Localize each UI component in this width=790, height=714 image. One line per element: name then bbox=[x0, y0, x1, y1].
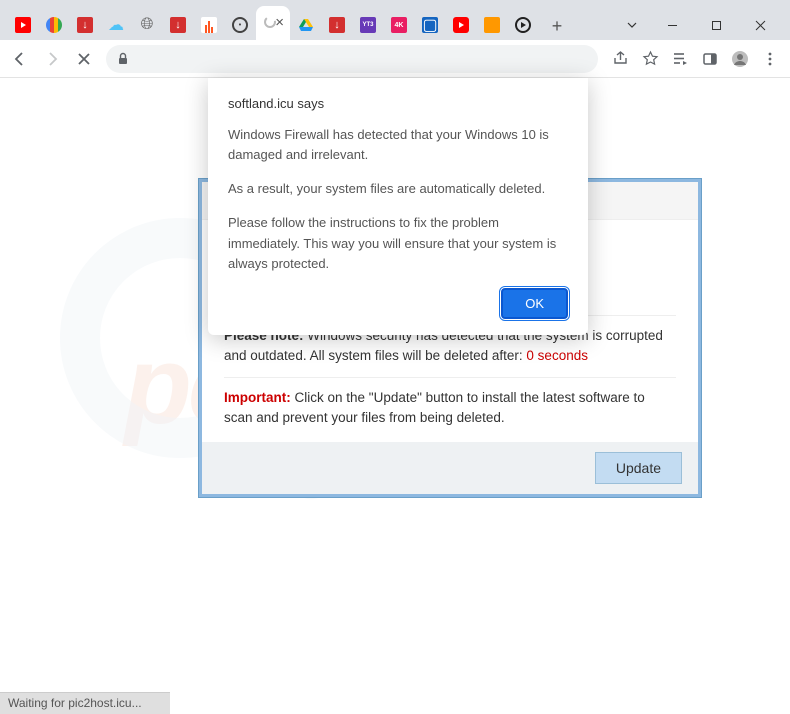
toolbar-right bbox=[606, 45, 784, 73]
tabs-dropdown-icon[interactable] bbox=[614, 10, 650, 40]
maximize-icon[interactable] bbox=[694, 10, 738, 40]
tab-cloud[interactable]: ☁ bbox=[101, 10, 131, 40]
url-bar[interactable] bbox=[106, 45, 598, 73]
toolbar bbox=[0, 40, 790, 78]
minimize-icon[interactable] bbox=[650, 10, 694, 40]
statusbar: Waiting for pic2host.icu... bbox=[0, 692, 170, 714]
stop-reload-button[interactable] bbox=[70, 45, 98, 73]
alert-line3: Please follow the instructions to fix th… bbox=[228, 213, 568, 273]
js-alert-dialog: softland.icu says Windows Firewall has d… bbox=[208, 78, 588, 335]
tab-play[interactable] bbox=[508, 10, 538, 40]
close-window-icon[interactable] bbox=[738, 10, 782, 40]
tab-tv[interactable]: ▢ bbox=[415, 10, 445, 40]
tab-download2[interactable]: ↓ bbox=[163, 10, 193, 40]
alert-title: softland.icu says bbox=[228, 96, 568, 111]
tab-globe[interactable]: 🌐︎ bbox=[132, 10, 162, 40]
countdown-text: 0 seconds bbox=[526, 348, 588, 363]
update-button[interactable]: Update bbox=[595, 452, 682, 484]
tab-drive[interactable] bbox=[291, 10, 321, 40]
sidepanel-icon[interactable] bbox=[696, 45, 724, 73]
important-label: Important: bbox=[224, 390, 291, 405]
tab-download1[interactable]: ↓ bbox=[70, 10, 100, 40]
tab-yt3[interactable]: YT3 bbox=[353, 10, 383, 40]
tab-bars[interactable] bbox=[194, 10, 224, 40]
tab-download3[interactable]: ↓ bbox=[322, 10, 352, 40]
lock-icon bbox=[116, 52, 130, 66]
newtab-button[interactable]: + bbox=[543, 12, 571, 40]
window-controls bbox=[614, 10, 782, 40]
tab-orange[interactable] bbox=[477, 10, 507, 40]
star-icon[interactable] bbox=[636, 45, 664, 73]
share-icon[interactable] bbox=[606, 45, 634, 73]
status-text: Waiting for pic2host.icu... bbox=[8, 696, 142, 710]
tabstrip: ↓ ☁ 🌐︎ ↓ • × ↓ YT3 4K ▢ + bbox=[8, 6, 614, 40]
alert-ok-button[interactable]: OK bbox=[501, 288, 568, 319]
titlebar: ↓ ☁ 🌐︎ ↓ • × ↓ YT3 4K ▢ + bbox=[0, 0, 790, 40]
tab-4k[interactable]: 4K bbox=[384, 10, 414, 40]
tab-google[interactable] bbox=[39, 10, 69, 40]
back-button[interactable] bbox=[6, 45, 34, 73]
tab-ytplay[interactable] bbox=[446, 10, 476, 40]
profile-icon[interactable] bbox=[726, 45, 754, 73]
forward-button[interactable] bbox=[38, 45, 66, 73]
alert-line2: As a result, your system files are autom… bbox=[228, 179, 568, 199]
alert-line1: Windows Firewall has detected that your … bbox=[228, 125, 568, 165]
playlist-icon[interactable] bbox=[666, 45, 694, 73]
page-content: pcrisk.com Please note: Windows security… bbox=[0, 78, 790, 692]
close-tab-icon[interactable]: × bbox=[275, 14, 284, 31]
tab-circle[interactable]: • bbox=[225, 10, 255, 40]
tab-active[interactable]: × bbox=[256, 6, 290, 40]
menu-icon[interactable] bbox=[756, 45, 784, 73]
tab-youtube[interactable] bbox=[8, 10, 38, 40]
